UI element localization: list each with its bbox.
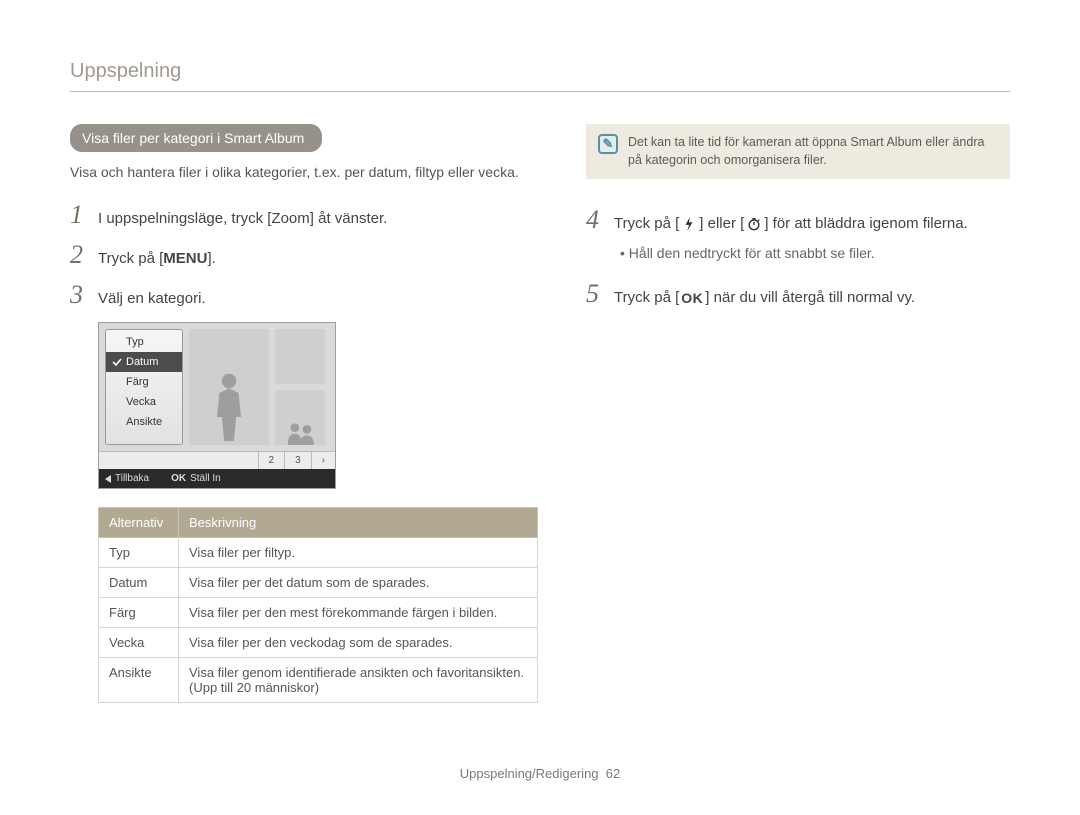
table-row: VeckaVisa ﬁler per den veckodag som de s… <box>99 628 538 658</box>
category-menu: Typ Datum Färg Vecka Ansikte <box>105 329 183 445</box>
section-heading-pill: Visa ﬁler per kategori i Smart Album <box>70 124 322 152</box>
step-4-bullet: Håll den nedtryckt för att snabbt se ﬁle… <box>620 245 1010 261</box>
menu-item-datum: Datum <box>106 352 182 372</box>
step-text: Tryck på [MENU]. <box>98 250 216 267</box>
timer-icon <box>744 215 764 233</box>
step-3: 3 Välj en kategori. <box>70 280 538 310</box>
screen-pager: 2 3 › <box>99 451 335 469</box>
flash-icon <box>679 215 699 233</box>
section-intro: Visa och hantera ﬁler i olika kategorier… <box>70 162 538 182</box>
table-row: FärgVisa ﬁler per den mest förekommande … <box>99 598 538 628</box>
step-number: 2 <box>70 240 98 270</box>
ok-icon: OK <box>171 473 186 484</box>
pager-next-icon: › <box>311 452 335 469</box>
step-2: 2 Tryck på [MENU]. <box>70 240 538 270</box>
thumbnail-large <box>189 329 269 445</box>
page-footer: Uppspelning/Redigering 62 <box>0 766 1080 781</box>
table-header-beskrivning: Beskrivning <box>179 508 538 538</box>
thumbnail-small <box>275 390 325 445</box>
check-icon <box>112 357 122 367</box>
camera-screen-mock: Typ Datum Färg Vecka Ansikte <box>98 322 336 489</box>
step-text: Tryck på [OK] när du vill återgå till no… <box>614 289 915 307</box>
pager-num: 2 <box>258 452 285 469</box>
note-box: ✎ Det kan ta lite tid för kameran att öp… <box>586 124 1010 179</box>
table-row: TypVisa ﬁler per ﬁltyp. <box>99 538 538 568</box>
step-number: 4 <box>586 205 614 235</box>
footer-section: Uppspelning/Redigering <box>460 766 599 781</box>
footer-page-number: 62 <box>606 766 620 781</box>
step-prefix: Tryck på [ <box>98 250 163 267</box>
menu-item-typ: Typ <box>106 332 182 352</box>
screen-footer: Tillbaka OK Ställ In <box>99 469 335 488</box>
table-row: AnsikteVisa ﬁler genom identiﬁerade ansi… <box>99 658 538 703</box>
step-number: 3 <box>70 280 98 310</box>
step-text: I uppspelningsläge, tryck [Zoom] åt väns… <box>98 210 387 227</box>
step-text: Välj en kategori. <box>98 290 206 307</box>
thumbnail-small <box>275 329 325 384</box>
step-1: 1 I uppspelningsläge, tryck [Zoom] åt vä… <box>70 200 538 230</box>
footer-back: Tillbaka <box>105 473 149 484</box>
note-text: Det kan ta lite tid för kameran att öppn… <box>628 134 998 169</box>
page-title: Uppspelning <box>70 60 1010 92</box>
step-suffix: ]. <box>207 250 215 267</box>
people-silhouette-icon <box>280 419 320 445</box>
table-row: DatumVisa ﬁler per det datum som de spar… <box>99 568 538 598</box>
options-table: Alternativ Beskrivning TypVisa ﬁler per … <box>98 507 538 703</box>
step-number: 5 <box>586 279 614 309</box>
info-icon: ✎ <box>598 134 618 154</box>
back-icon <box>105 475 111 483</box>
pager-num: 3 <box>284 452 311 469</box>
step-4: 4 Tryck på [] eller [] för att bläddra i… <box>586 205 1010 235</box>
table-header-alternativ: Alternativ <box>99 508 179 538</box>
footer-set: OK Ställ In <box>171 473 221 484</box>
menu-item-ansikte: Ansikte <box>106 412 182 432</box>
menu-item-farg: Färg <box>106 372 182 392</box>
step-number: 1 <box>70 200 98 230</box>
ok-button-icon: OK <box>679 289 705 307</box>
menu-button-label: MENU <box>163 250 207 267</box>
menu-item-vecka: Vecka <box>106 392 182 412</box>
person-silhouette-icon <box>205 365 253 445</box>
step-5: 5 Tryck på [OK] när du vill återgå till … <box>586 279 1010 309</box>
step-text: Tryck på [] eller [] för att bläddra ige… <box>614 215 968 233</box>
